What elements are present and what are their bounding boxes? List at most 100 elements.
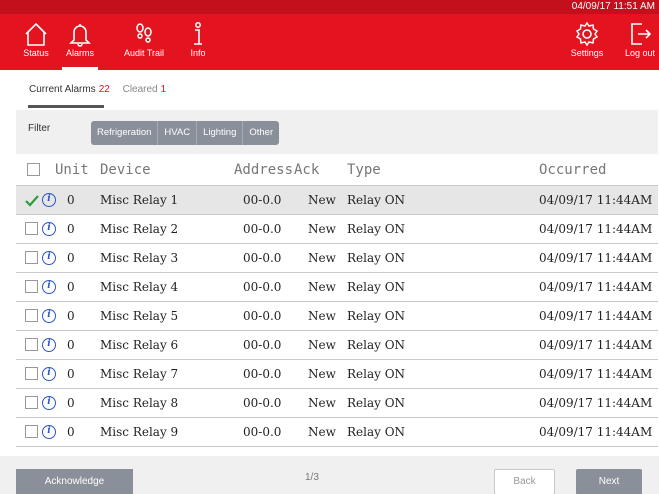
logout-icon — [631, 23, 652, 45]
col-occurred[interactable]: Occurred — [539, 154, 606, 185]
row-checkbox[interactable] — [25, 280, 38, 293]
nav-alarms[interactable]: Alarms — [62, 20, 98, 70]
tab-current-alarms[interactable]: Current Alarms 22 — [29, 84, 110, 95]
col-unit[interactable]: Unit — [55, 154, 89, 185]
row-checkbox[interactable] — [25, 193, 39, 207]
table-row[interactable]: i 0 Misc Relay 5 00-0.0 New Relay ON 04/09/17 … — [16, 302, 658, 331]
cell-occurred: 04/09/17 11:44AM — [539, 193, 653, 207]
col-type[interactable]: Type — [347, 154, 381, 185]
cleared-count: 1 — [160, 84, 167, 95]
info-icon[interactable]: i — [42, 425, 56, 439]
page-indicator: 1/3 — [305, 472, 319, 483]
cell-device: Misc Relay 7 — [100, 367, 179, 381]
table-row[interactable]: i 0 Misc Relay 6 00-0.0 New Relay ON 04/09/17 … — [16, 331, 658, 360]
nav-audit-trail-label: Audit Trail — [123, 48, 165, 58]
cell-type: Relay ON — [347, 396, 406, 410]
info-icon[interactable]: i — [42, 338, 56, 352]
cell-device: Misc Relay 8 — [100, 396, 179, 410]
cell-ack: New — [308, 338, 336, 352]
info-icon[interactable]: i — [42, 309, 56, 323]
active-tab-indicator — [28, 105, 104, 108]
cell-unit: 0 — [67, 338, 75, 352]
cell-unit: 0 — [67, 425, 75, 439]
filter-buttons: Refrigeration HVAC Lighting Other — [91, 121, 280, 145]
cell-ack: New — [308, 222, 336, 236]
table-row[interactable]: i 0 Misc Relay 7 00-0.0 New Relay ON 04/09/17 … — [16, 360, 658, 389]
nav-status-label: Status — [23, 48, 49, 58]
select-all-checkbox[interactable] — [27, 162, 40, 176]
cell-occurred: 04/09/17 11:44AM — [539, 251, 653, 265]
back-button[interactable]: Back — [494, 469, 555, 494]
table-row[interactable]: i 0 Misc Relay 8 00-0.0 New Relay ON 04/09/17 … — [16, 389, 658, 418]
cell-type: Relay ON — [347, 222, 406, 236]
table-row[interactable]: i 0 Misc Relay 9 00-0.0 New Relay ON 04/09/17 … — [16, 418, 658, 447]
table-row[interactable]: i 0 Misc Relay 1 00-0.0 New Relay ON 04/09/17 … — [16, 186, 658, 215]
cell-device: Misc Relay 5 — [100, 309, 179, 323]
table-row[interactable]: i 0 Misc Relay 4 00-0.0 New Relay ON 04/09/17 … — [16, 273, 658, 302]
row-checkbox[interactable] — [25, 338, 38, 351]
cell-address: 00-0.0 — [243, 338, 282, 352]
cell-occurred: 04/09/17 11:44AM — [539, 309, 653, 323]
nav-status[interactable]: Status — [20, 20, 52, 70]
cell-occurred: 04/09/17 11:44AM — [539, 338, 653, 352]
cell-unit: 0 — [67, 280, 75, 294]
info-icon[interactable]: i — [42, 396, 56, 410]
alarm-tabs: Current Alarms 22 Cleared 1 — [29, 84, 176, 95]
row-checkbox[interactable] — [25, 367, 38, 380]
logout-button[interactable]: Log out — [623, 20, 657, 70]
col-ack[interactable]: Ack — [294, 154, 319, 185]
acknowledge-button[interactable]: Acknowledge — [16, 469, 133, 494]
cell-type: Relay ON — [347, 309, 406, 323]
bell-icon — [69, 24, 91, 47]
top-bar: 04/09/17 11:51 AM Status Alarms Audit Tr… — [0, 0, 659, 70]
filter-hvac[interactable]: HVAC — [158, 121, 198, 145]
cell-address: 00-0.0 — [243, 251, 282, 265]
settings-button[interactable]: Settings — [569, 20, 605, 70]
cell-occurred: 04/09/17 11:44AM — [539, 222, 653, 236]
cell-unit: 0 — [67, 251, 75, 265]
nav-info-label: Info — [190, 48, 206, 58]
next-button[interactable]: Next — [576, 469, 642, 494]
nav-audit-trail[interactable]: Audit Trail — [122, 20, 166, 70]
cell-device: Misc Relay 9 — [100, 425, 179, 439]
col-device[interactable]: Device — [100, 154, 151, 185]
filter-lighting[interactable]: Lighting — [197, 121, 244, 145]
info-icon[interactable]: i — [42, 367, 56, 381]
cell-unit: 0 — [67, 396, 75, 410]
row-checkbox[interactable] — [25, 309, 38, 322]
info-icon[interactable]: i — [42, 280, 56, 294]
cell-ack: New — [308, 280, 336, 294]
table-row[interactable]: i 0 Misc Relay 2 00-0.0 New Relay ON 04/09/17 … — [16, 215, 658, 244]
cell-device: Misc Relay 3 — [100, 251, 179, 265]
row-checkbox[interactable] — [25, 251, 38, 264]
row-checkbox[interactable] — [25, 425, 38, 438]
filter-label: Filter — [28, 123, 51, 134]
info-icon[interactable]: i — [42, 251, 56, 265]
info-icon[interactable]: i — [42, 193, 56, 207]
nav-info[interactable]: Info — [187, 20, 209, 70]
cell-ack: New — [308, 396, 336, 410]
table-row[interactable]: i 0 Misc Relay 3 00-0.0 New Relay ON 04/09/17 … — [16, 244, 658, 273]
cell-ack: New — [308, 193, 336, 207]
cell-occurred: 04/09/17 11:44AM — [539, 367, 653, 381]
datetime: 04/09/17 11:51 AM — [571, 1, 655, 12]
cell-occurred: 04/09/17 11:44AM — [539, 280, 653, 294]
home-icon — [25, 22, 47, 46]
info-icon[interactable]: i — [42, 222, 56, 236]
cell-device: Misc Relay 4 — [100, 280, 179, 294]
cell-type: Relay ON — [347, 193, 406, 207]
cell-address: 00-0.0 — [243, 425, 282, 439]
row-checkbox[interactable] — [25, 222, 38, 235]
footprints-icon — [136, 23, 152, 43]
cell-device: Misc Relay 1 — [100, 193, 179, 207]
col-address[interactable]: Address — [234, 154, 293, 185]
filter-other[interactable]: Other — [243, 121, 280, 145]
cell-type: Relay ON — [347, 425, 406, 439]
tab-cleared[interactable]: Cleared 1 — [123, 84, 167, 95]
cell-unit: 0 — [67, 309, 75, 323]
filter-refrigeration[interactable]: Refrigeration — [91, 121, 159, 145]
cell-address: 00-0.0 — [243, 367, 282, 381]
cell-ack: New — [308, 309, 336, 323]
row-checkbox[interactable] — [25, 396, 38, 409]
cell-address: 00-0.0 — [243, 193, 282, 207]
